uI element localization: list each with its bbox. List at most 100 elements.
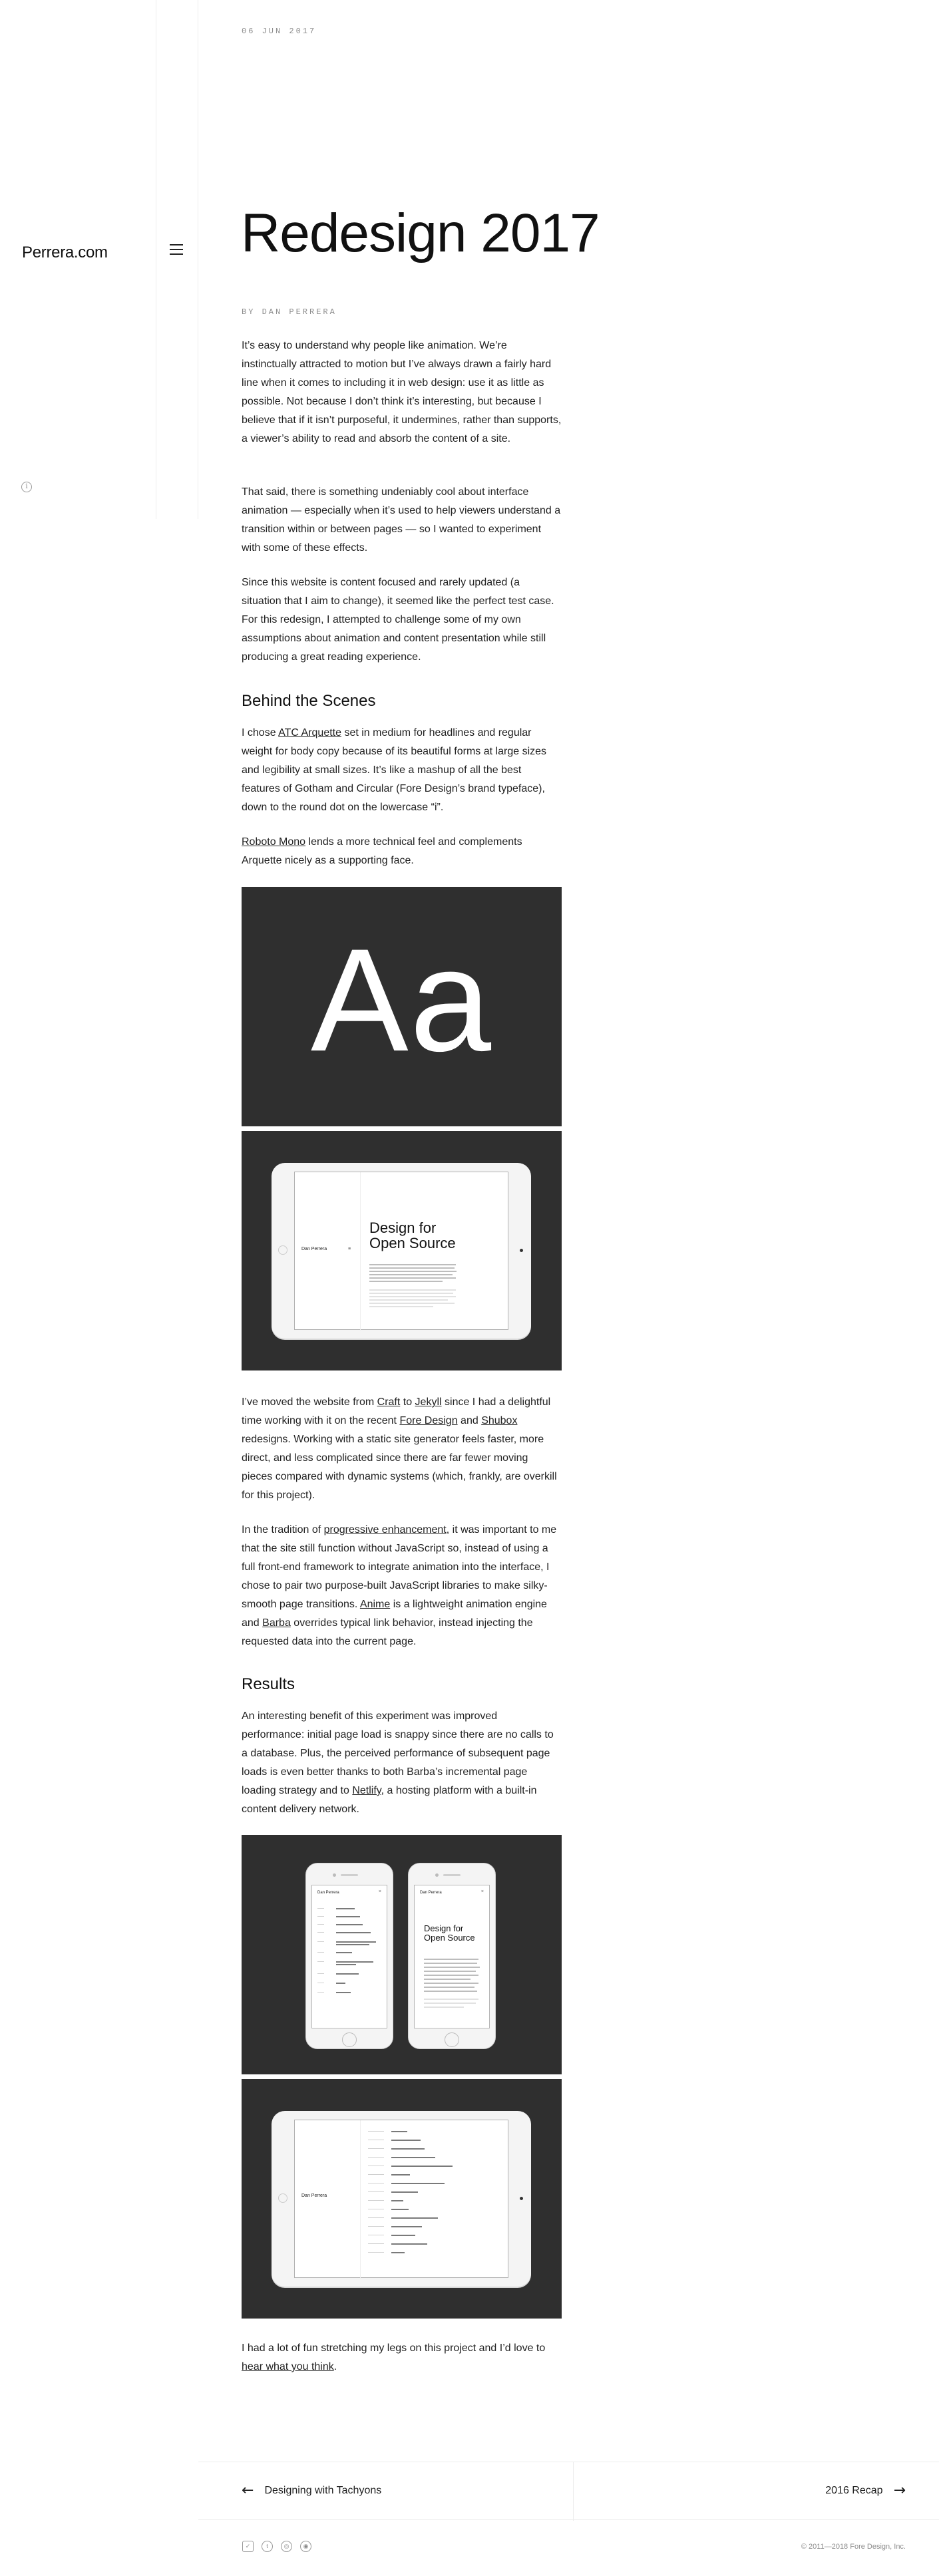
paragraph-block: An interesting benefit of this experimen… [242, 1707, 562, 1819]
text-line [424, 1999, 478, 2000]
atc-arquette-link[interactable]: ATC Arquette [278, 727, 341, 738]
text-line [369, 1289, 456, 1291]
text: set in medium for headlines and regular … [242, 727, 547, 813]
anime-link[interactable]: Anime [360, 1599, 390, 1610]
roboto-mono-link[interactable]: Roboto Mono [242, 836, 305, 848]
twitter-icon[interactable]: t [262, 2541, 273, 2552]
previous-post-link[interactable]: ← Designing with Tachyons [242, 2484, 382, 2498]
dribbble-icon[interactable]: ✓ [242, 2541, 254, 2552]
menu-text [391, 2174, 410, 2175]
arrow-right-icon: → [893, 2482, 906, 2499]
menu-text [336, 1964, 356, 1965]
text: and [457, 1415, 482, 1426]
text-line [424, 1971, 476, 1972]
text-line [424, 1983, 478, 1984]
next-post-link[interactable]: 2016 Recap → [825, 2482, 906, 2499]
menu-text [336, 1932, 371, 1933]
typeface-glyphs: Aa [310, 918, 493, 1082]
text-line [424, 2003, 476, 2004]
text-line [369, 1299, 448, 1301]
text-line [369, 1306, 433, 1307]
paragraph-4: I chose ATC Arquette set in medium for h… [242, 724, 562, 817]
menu-rule [368, 2157, 384, 2158]
post-navigation: ← Designing with Tachyons 2016 Recap → [198, 2462, 939, 2521]
menu-text [336, 1908, 355, 1909]
menu-text [336, 1973, 359, 1975]
progressive-enhancement-link[interactable]: progressive enhancement [324, 1524, 447, 1535]
text-line [424, 1963, 477, 1964]
menu-text [391, 2166, 453, 2167]
text: I’ve moved the website from [242, 1396, 377, 1408]
menu-text [336, 1961, 373, 1963]
post-byline: BY DAN PERRERA [242, 307, 337, 317]
info-icon[interactable]: i [21, 482, 32, 492]
tablet-menu-figure: Dan Perrera [242, 2079, 562, 2319]
text-line [369, 1264, 456, 1265]
feedback-link[interactable]: hear what you think [242, 2361, 334, 2372]
text-line [424, 1987, 474, 1988]
text: An interesting benefit of this experimen… [242, 1710, 554, 1796]
paragraph-block: That said, there is something undeniably… [242, 483, 562, 558]
menu-text [391, 2148, 425, 2150]
menu-text [391, 2157, 435, 2158]
menu-text [391, 2131, 407, 2132]
menu-rule [368, 2226, 384, 2227]
text-line [369, 1281, 443, 1282]
text-line [424, 1979, 470, 1980]
menu-text [391, 2217, 438, 2219]
close-icon: × [378, 1889, 381, 1894]
fore-design-link[interactable]: Fore Design [399, 1415, 457, 1426]
hamburger-icon[interactable] [170, 244, 183, 255]
paragraph-3: Since this website is content focused an… [242, 577, 554, 663]
netlify-link[interactable]: Netlify [352, 1785, 381, 1796]
heading-results: Results [242, 1675, 295, 1693]
menu-rule [317, 1992, 324, 1993]
phone-brand: Dan Perrera [420, 1891, 442, 1895]
barba-link[interactable]: Barba [262, 1617, 291, 1629]
tablet-screen: Dan Perrera [294, 2120, 508, 2279]
phone-article-title: Design for Open Source [424, 1923, 475, 1943]
jekyll-link[interactable]: Jekyll [415, 1396, 442, 1408]
tablet-menu-icon: ≡ [348, 1247, 351, 1251]
menu-rule [317, 1932, 324, 1933]
text-line [369, 1293, 453, 1294]
paragraph-block: I had a lot of fun stretching my legs on… [242, 2339, 562, 2376]
instagram-icon[interactable]: ◎ [281, 2541, 292, 2552]
menu-rule [368, 2131, 384, 2132]
tablet-home-button [278, 1245, 287, 1255]
menu-rule [368, 2174, 384, 2175]
github-icon[interactable]: ◉ [300, 2541, 311, 2552]
text: , it was important to me that the site s… [242, 1524, 557, 1610]
phone-camera [333, 1873, 336, 1877]
menu-rule [317, 1952, 324, 1953]
menu-rule [317, 1941, 324, 1942]
text-line [424, 1975, 478, 1976]
paragraph-5: Roboto Mono lends a more technical feel … [242, 833, 562, 870]
menu-text [336, 1952, 352, 1953]
post-nav-divider [573, 2462, 574, 2521]
phone-article-screen: Dan Perrera × Design for Open Source [414, 1885, 490, 2028]
menu-rule [368, 2200, 384, 2201]
menu-text [391, 2191, 418, 2193]
tablet-article-figure: Dan Perrera ≡ Design for Open Source [242, 1131, 562, 1370]
heading-behind-the-scenes: Behind the Scenes [242, 692, 376, 710]
menu-rule [317, 1973, 324, 1974]
post-date: 06 JUN 2017 [242, 27, 317, 36]
menu-rule [368, 2191, 384, 2192]
menu-rule [317, 1924, 324, 1925]
craft-link[interactable]: Craft [377, 1396, 401, 1408]
text-line [369, 1271, 457, 1272]
paragraph-1: It’s easy to understand why people like … [242, 340, 562, 444]
paragraph-2: That said, there is something undeniably… [242, 486, 561, 554]
menu-text [391, 2183, 445, 2184]
menu-rule [368, 2252, 384, 2253]
menu-text [391, 2200, 403, 2201]
menu-rule [368, 2148, 384, 2149]
site-brand-link[interactable]: Perrera.com [22, 243, 108, 262]
text: I chose [242, 727, 279, 738]
previous-post-label: Designing with Tachyons [264, 2485, 382, 2496]
text: to [400, 1396, 415, 1408]
menu-text [336, 1916, 360, 1917]
paragraph-6: I’ve moved the website from Craft to Jek… [242, 1393, 562, 1505]
shubox-link[interactable]: Shubox [481, 1415, 517, 1426]
